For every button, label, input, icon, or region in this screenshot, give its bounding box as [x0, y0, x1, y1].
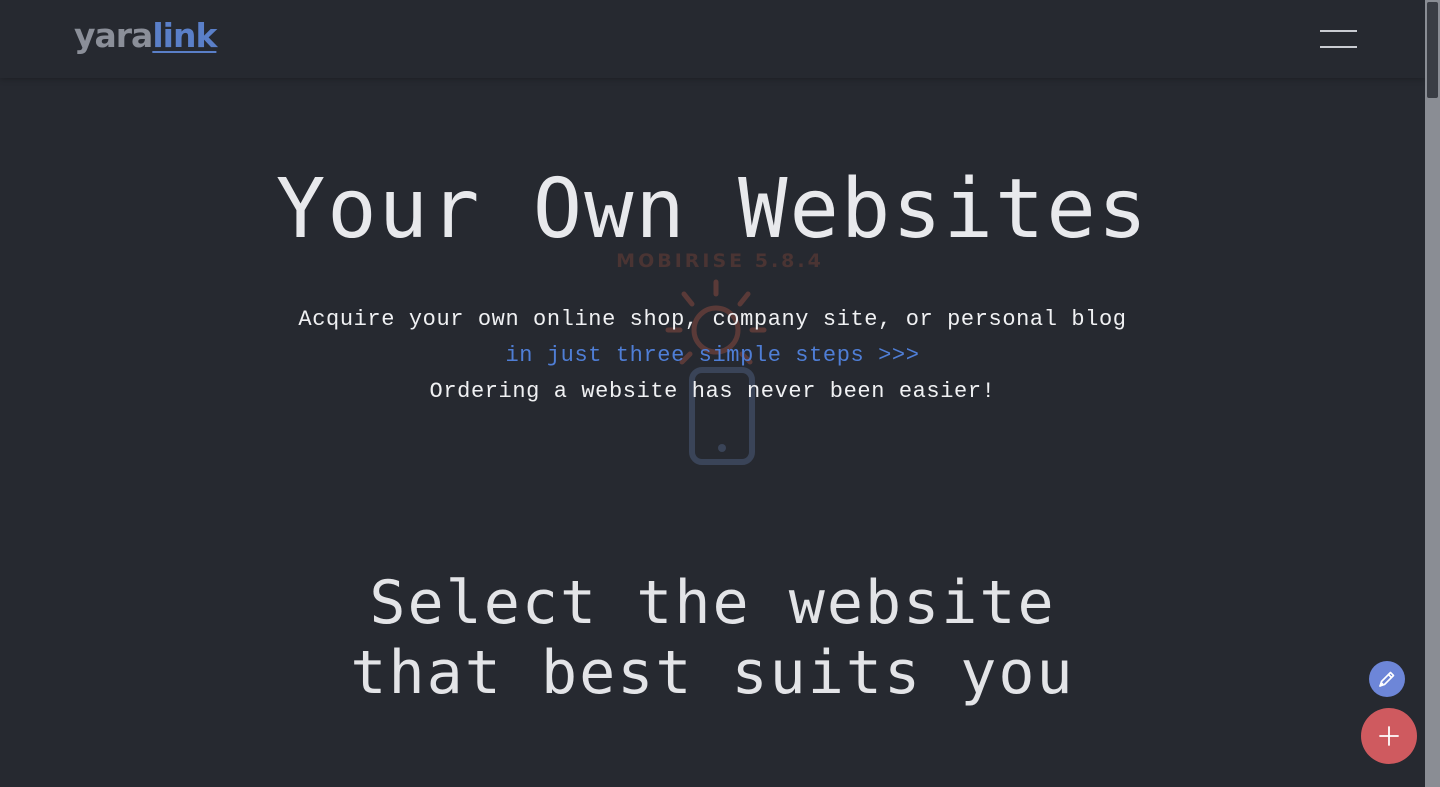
plus-icon [1379, 726, 1399, 746]
pencil-icon [1379, 671, 1395, 687]
hero-title: Your Own Websites [275, 162, 1150, 257]
page: yaralink MOBIRISE 5.8.4 Your Own Website… [0, 0, 1425, 787]
hero-line-1: Acquire your own online shop, company si… [298, 307, 1127, 332]
hamburger-menu-icon[interactable] [1318, 27, 1358, 51]
hero-line-3: Ordering a website has never been easier… [429, 379, 996, 404]
menu-line-top [1320, 30, 1357, 32]
edit-button[interactable] [1369, 661, 1405, 697]
hero-description: Acquire your own online shop, company si… [0, 302, 1425, 410]
page-scrollbar[interactable] [1425, 0, 1440, 787]
logo-text-accent: link [152, 16, 217, 55]
three-steps-link[interactable]: in just three simple steps >>> [0, 338, 1425, 374]
scrollbar-thumb[interactable] [1427, 2, 1438, 98]
section-title-line-2: that best suits you [350, 638, 1075, 708]
logo-text-primary: yara [74, 16, 153, 55]
brand-logo[interactable]: yaralink [74, 14, 217, 58]
section-title-line-1: Select the website [369, 568, 1056, 638]
navbar: yaralink [0, 0, 1425, 78]
menu-line-bottom [1320, 46, 1357, 48]
section-title: Select the website that best suits you [0, 568, 1425, 708]
add-block-button[interactable] [1361, 708, 1417, 764]
